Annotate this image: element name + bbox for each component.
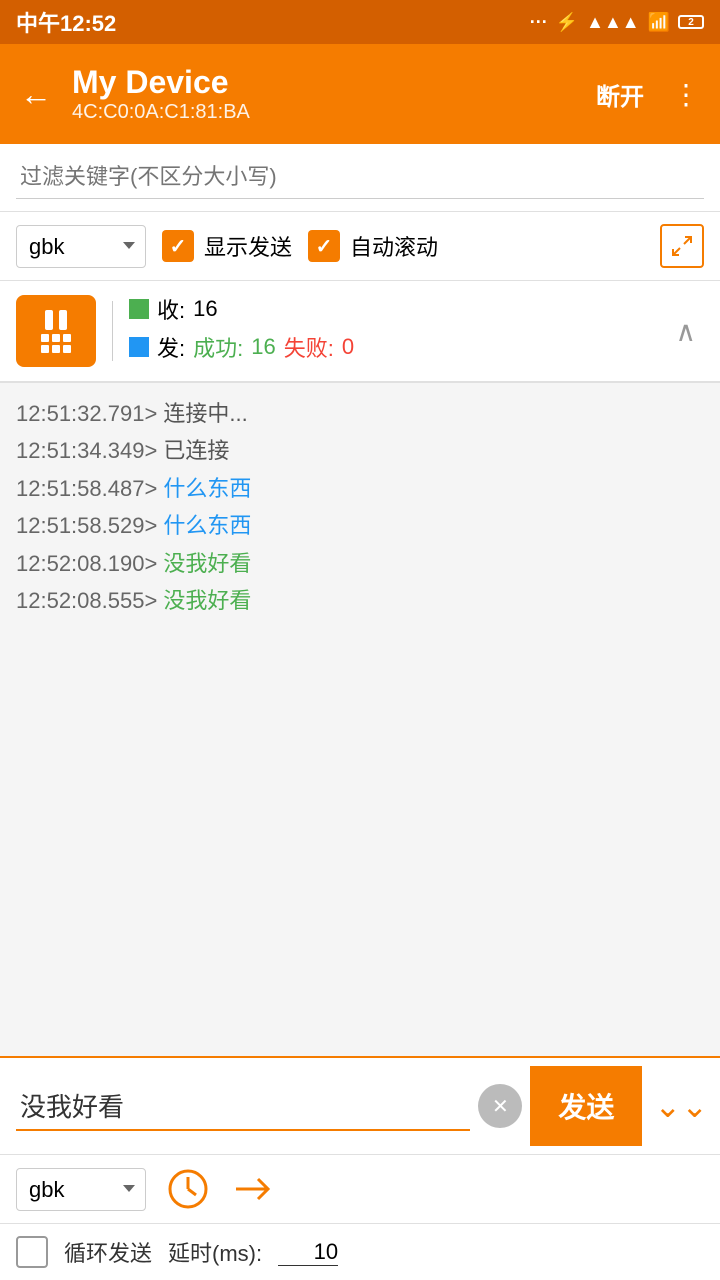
send-history-icon[interactable] — [230, 1167, 274, 1211]
loop-send-checkbox[interactable] — [16, 1236, 48, 1268]
device-mac: 4C:C0:0A:C1:81:BA — [72, 101, 576, 124]
log-text-1: 已连接 — [157, 438, 229, 463]
loop-row: 循环发送 延时(ms): — [0, 1224, 720, 1280]
auto-scroll-checkbox[interactable] — [308, 230, 340, 262]
received-label: 收: — [157, 293, 185, 325]
wifi-icon: 📶 — [648, 12, 670, 33]
received-count: 16 — [193, 296, 217, 322]
log-time-1: 12:51:34.349> — [16, 438, 157, 463]
signal-bars-icon: ▲▲▲ — [586, 12, 639, 33]
log-line-3: 12:51:58.529> 什么东西 — [16, 507, 704, 544]
blue-indicator — [129, 337, 149, 357]
pause-icon — [45, 310, 67, 330]
clear-button[interactable]: ✕ — [478, 1084, 522, 1128]
device-name: My Device — [72, 64, 576, 101]
log-text-5: 没我好看 — [157, 588, 251, 613]
fail-label: 失败: — [284, 331, 334, 363]
log-time-3: 12:51:58.529> — [16, 513, 157, 538]
stats-info: 收: 16 发: 成功: 16 失败: 0 — [129, 293, 668, 369]
log-line-4: 12:52:08.190> 没我好看 — [16, 545, 704, 582]
app-bar: ← My Device 4C:C0:0A:C1:81:BA 断开 ⋮ — [0, 44, 720, 144]
battery-icon: 2 — [678, 15, 704, 29]
show-send-checkbox[interactable] — [162, 230, 194, 262]
fail-count: 0 — [342, 334, 354, 360]
log-text-3: 什么东西 — [157, 513, 251, 538]
pause-clear-button[interactable] — [16, 295, 96, 367]
expand-button[interactable] — [660, 224, 704, 268]
success-count: 16 — [251, 334, 275, 360]
controls-row: gbk utf-8 ascii 显示发送 自动滚动 — [0, 212, 720, 281]
encoding-select-top[interactable]: gbk utf-8 ascii — [16, 225, 146, 268]
filter-row — [0, 144, 720, 212]
log-time-4: 12:52:08.190> — [16, 551, 157, 576]
delay-input[interactable] — [278, 1239, 338, 1266]
log-line-2: 12:51:58.487> 什么东西 — [16, 470, 704, 507]
clock-icon[interactable] — [166, 1167, 210, 1211]
sent-stats: 发: 成功: 16 失败: 0 — [129, 331, 668, 363]
collapse-button[interactable]: ∧ — [668, 307, 705, 356]
more-button[interactable]: ⋮ — [664, 70, 708, 119]
history-dropdown-button[interactable]: ⌄⌄ — [642, 1066, 720, 1146]
status-time: 中午12:52 — [16, 6, 116, 38]
status-icons: ··· ⚡ ▲▲▲ 📶 2 — [530, 12, 704, 33]
log-text-4: 没我好看 — [157, 551, 251, 576]
device-info: My Device 4C:C0:0A:C1:81:BA — [72, 64, 576, 124]
success-label: 成功: — [193, 331, 243, 363]
log-area: 12:51:32.791> 连接中...12:51:34.349> 已连接12:… — [0, 383, 720, 903]
loop-label: 循环发送 — [64, 1236, 152, 1268]
log-time-2: 12:51:58.487> — [16, 476, 157, 501]
log-time-0: 12:51:32.791> — [16, 401, 157, 426]
filter-input[interactable] — [16, 156, 704, 199]
sent-label: 发: — [157, 331, 185, 363]
auto-scroll-checkbox-group: 自动滚动 — [308, 230, 438, 262]
vertical-divider — [112, 301, 113, 361]
log-time-5: 12:52:08.555> — [16, 588, 157, 613]
message-input-row: ✕ 发送 ⌄⌄ — [0, 1058, 720, 1155]
auto-scroll-label: 自动滚动 — [350, 230, 438, 262]
bottom-encoding-row: gbk utf-8 ascii — [0, 1155, 720, 1224]
trash-icon — [41, 334, 71, 353]
show-send-label: 显示发送 — [204, 230, 292, 262]
show-send-checkbox-group: 显示发送 — [162, 230, 292, 262]
log-line-1: 12:51:34.349> 已连接 — [16, 432, 704, 469]
encoding-select-bottom[interactable]: gbk utf-8 ascii — [16, 1168, 146, 1211]
status-bar: 中午12:52 ··· ⚡ ▲▲▲ 📶 2 — [0, 0, 720, 44]
send-button[interactable]: 发送 — [530, 1066, 642, 1146]
received-stats: 收: 16 — [129, 293, 668, 325]
log-line-0: 12:51:32.791> 连接中... — [16, 395, 704, 432]
green-indicator — [129, 299, 149, 319]
delay-label: 延时(ms): — [168, 1236, 262, 1268]
bluetooth-icon: ⚡ — [556, 12, 578, 33]
log-text-2: 什么东西 — [157, 476, 251, 501]
signal-dots-icon: ··· — [530, 12, 548, 33]
disconnect-button[interactable]: 断开 — [588, 69, 652, 120]
message-input[interactable] — [16, 1082, 470, 1131]
log-line-5: 12:52:08.555> 没我好看 — [16, 582, 704, 619]
bottom-area: ✕ 发送 ⌄⌄ gbk utf-8 ascii 循环发送 延时(ms): — [0, 1056, 720, 1280]
stats-row: 收: 16 发: 成功: 16 失败: 0 ∧ — [0, 281, 720, 383]
back-button[interactable]: ← — [12, 70, 60, 118]
log-text-0: 连接中... — [157, 401, 247, 426]
